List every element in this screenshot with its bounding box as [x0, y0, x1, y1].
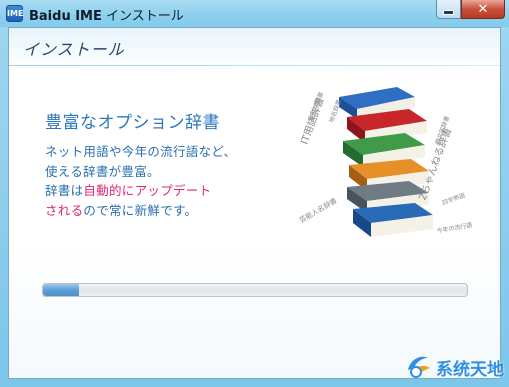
installer-content: インストール 豊富なオプション辞書 ネット用語や今年の流行語など、 使える辞書が… [8, 27, 501, 379]
watermark: 系统天地 [402, 350, 508, 384]
label-2ch-dictionary: 2ちゃんねる辞書 [416, 126, 454, 202]
label-trend-dictionary: 今年の流行語 [436, 221, 473, 235]
window-title-brand: Baidu IME [29, 9, 102, 24]
book-blue-bottom [353, 203, 433, 237]
desc-line-3: 辞書は自動的にアップデート [45, 181, 236, 201]
close-icon: ✕ [477, 1, 489, 17]
baidu-ime-app-icon: IME [6, 5, 23, 22]
desc-line-1: ネット用語や今年の流行語など、 [45, 144, 237, 159]
feature-description: ネット用語や今年の流行語など、 使える辞書が豊富。 辞書は自動的にアップデート … [45, 142, 236, 220]
desc-line-2: 使える辞書が豊富。 [45, 163, 160, 179]
window-title: Baidu IME インストール [29, 5, 184, 24]
watermark-logo-icon [408, 356, 430, 378]
install-progress-bar [42, 283, 468, 297]
window-title-rest: インストール [101, 9, 184, 24]
install-progress-fill [43, 284, 80, 296]
book-stack-icon: IT用語辞書 2ちゃんねる辞書 芸能人名辞書 顔文字辞書 四字熟語 今年の流行語… [298, 87, 473, 237]
watermark-text: 系统天地 [436, 360, 504, 380]
desc-auto-update-highlight: 自動的にアップデート [83, 183, 212, 198]
desc-line-3-start: 辞書は [45, 183, 84, 198]
label-idiom-dictionary: 四字熟語 [441, 191, 466, 207]
minimize-icon [443, 9, 454, 15]
desc-line-4-rest: ので常に新鮮です。 [83, 202, 198, 218]
desc-line-4-highlight: される [45, 202, 84, 218]
minimize-button[interactable] [436, 0, 461, 19]
title-bar[interactable]: IME Baidu IME インストール ✕ [0, 0, 509, 27]
feature-title: 豊富なオプション辞書 [45, 113, 220, 133]
desc-line-4: されるので常に新鮮です。 [45, 201, 236, 221]
label-celebrity-dictionary: 芸能人名辞書 [298, 196, 339, 225]
page-heading: インストール [23, 40, 125, 59]
heading-divider [9, 65, 500, 66]
installer-window: IME Baidu IME インストール ✕ インストール 豊富なオプション辞書… [0, 0, 509, 387]
close-button[interactable]: ✕ [461, 0, 505, 19]
label-place-dictionary: 地名辞書 [327, 98, 343, 123]
